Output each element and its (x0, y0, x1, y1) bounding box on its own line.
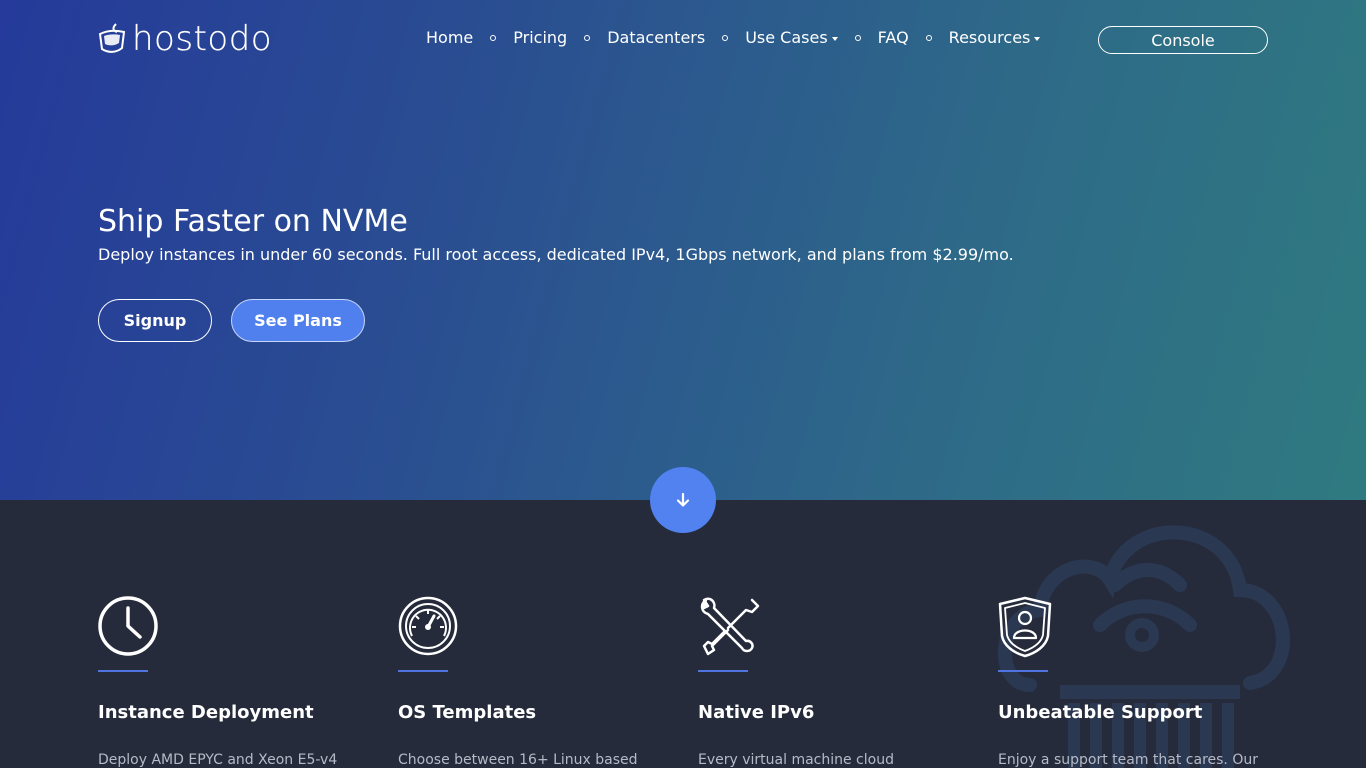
feature-title: Native IPv6 (698, 702, 815, 723)
nav-separator (722, 34, 729, 41)
nav-separator (925, 34, 932, 41)
brand-name: hostodo (132, 19, 273, 59)
caret-down-icon (1034, 37, 1041, 41)
nav-item-pricing[interactable]: Pricing (513, 28, 567, 47)
feature-native-ipv6: Native IPv6 Every virtual machine cloud (698, 596, 968, 768)
feature-divider (698, 670, 748, 672)
console-button[interactable]: Console (1098, 26, 1268, 54)
nav-separator (854, 34, 861, 41)
feature-os-templates: OS Templates Choose between 16+ Linux ba… (398, 596, 668, 768)
see-plans-button[interactable]: See Plans (231, 299, 365, 342)
nav-separator (584, 34, 591, 41)
nav-item-label: FAQ (877, 28, 909, 47)
speedometer-icon (398, 596, 458, 656)
scroll-down-button[interactable] (650, 467, 716, 533)
nav-item-faq[interactable]: FAQ (878, 28, 909, 47)
hero-section: hostodo Home Pricing Datacenters Use Cas… (0, 0, 1366, 500)
nav-item-label: Use Cases (745, 28, 828, 47)
arrow-down-icon (676, 492, 690, 507)
user-shield-icon (998, 596, 1052, 658)
top-navigation: hostodo Home Pricing Datacenters Use Cas… (0, 0, 1366, 80)
shield-logo-icon (98, 23, 126, 53)
nav-item-label: Resources (948, 28, 1031, 47)
feature-divider (398, 670, 448, 672)
feature-description: Enjoy a support team that cares. Our (998, 752, 1258, 768)
feature-description: Every virtual machine cloud (698, 752, 894, 768)
feature-description: Deploy AMD EPYC and Xeon E5-v4 (98, 752, 338, 768)
feature-description: Choose between 16+ Linux based (398, 752, 638, 768)
wrench-screwdriver-icon (700, 597, 760, 656)
nav-item-label: Pricing (513, 28, 568, 47)
hero-title: Ship Faster on NVMe (98, 204, 408, 239)
hero-subtitle: Deploy instances in under 60 seconds. Fu… (98, 245, 1014, 264)
nav-item-home[interactable]: Home (426, 28, 473, 47)
nav-menu: Home Pricing Datacenters Use Cases FAQ R… (426, 28, 1041, 47)
feature-divider (998, 670, 1048, 672)
nav-item-label: Home (426, 28, 474, 47)
feature-title: OS Templates (398, 702, 537, 723)
nav-separator (490, 34, 497, 41)
caret-down-icon (831, 37, 838, 41)
nav-item-datacenters[interactable]: Datacenters (607, 28, 705, 47)
feature-title: Unbeatable Support (998, 702, 1203, 723)
clock-icon (98, 596, 158, 656)
feature-title: Instance Deployment (98, 702, 314, 723)
feature-divider (98, 670, 148, 672)
feature-instance-deployment: Instance Deployment Deploy AMD EPYC and … (98, 596, 368, 768)
nav-item-use-cases[interactable]: Use Cases (745, 28, 838, 47)
nav-item-label: Datacenters (607, 28, 706, 47)
signup-button[interactable]: Signup (98, 299, 212, 342)
feature-unbeatable-support: Unbeatable Support Enjoy a support team … (998, 596, 1268, 768)
nav-item-resources[interactable]: Resources (949, 28, 1041, 47)
brand-logo[interactable]: hostodo (98, 20, 272, 58)
